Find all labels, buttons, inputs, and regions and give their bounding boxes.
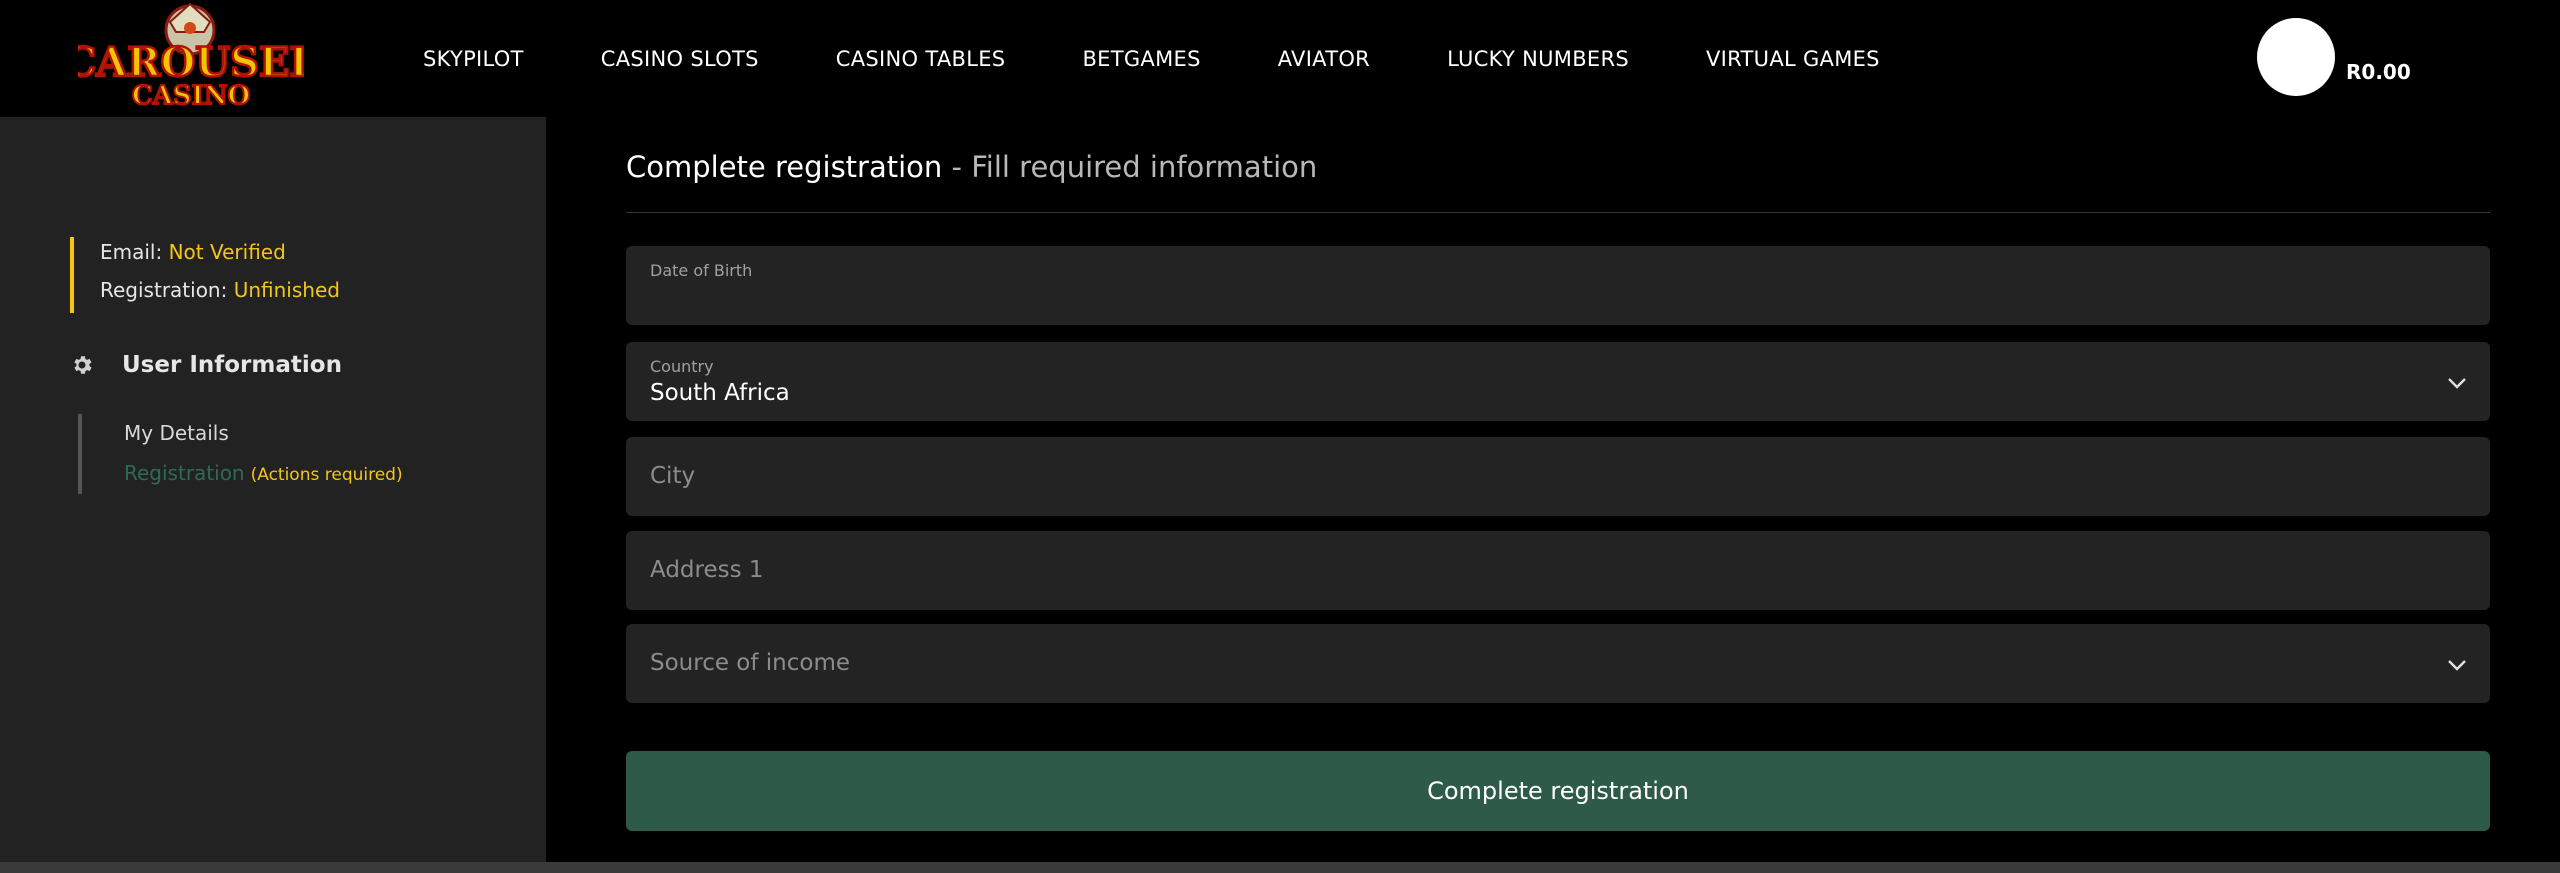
logo-text-casino: CASINO <box>132 81 250 111</box>
address1-placeholder: Address 1 <box>650 557 764 583</box>
logo-text-carousel: CAROUSEL <box>78 39 304 86</box>
sidebar-item-registration-label: Registration <box>124 461 245 485</box>
source-of-income-select[interactable]: Source of income <box>626 624 2490 703</box>
email-status-line: Email: Not Verified <box>100 237 340 275</box>
address1-input[interactable]: Address 1 <box>626 531 2490 610</box>
date-of-birth-field[interactable]: Date of Birth <box>626 246 2490 325</box>
page-title-subtitle: - Fill required information <box>942 150 1318 184</box>
country-value: South Africa <box>650 380 790 406</box>
registration-status-line: Registration: Unfinished <box>100 275 340 313</box>
carousel-casino-logo[interactable]: CAROUSEL CASINO <box>78 2 304 112</box>
chevron-down-icon <box>2448 378 2466 389</box>
registration-label: Registration: <box>100 278 234 302</box>
balance-amount[interactable]: R0.00 <box>2346 60 2411 84</box>
nav-casino-tables[interactable]: CASINO TABLES <box>836 47 1006 71</box>
city-input[interactable]: City <box>626 437 2490 516</box>
user-information-header[interactable]: User Information <box>70 352 342 378</box>
bottom-scrollbar[interactable] <box>0 862 2560 873</box>
source-of-income-placeholder: Source of income <box>650 650 851 676</box>
main-nav: SKYPILOT CASINO SLOTS CASINO TABLES BETG… <box>423 0 1957 117</box>
sidebar <box>0 117 546 873</box>
page-title: Complete registration - Fill required in… <box>626 150 1317 184</box>
page-title-main: Complete registration <box>626 150 943 184</box>
nav-skypilot[interactable]: SKYPILOT <box>423 47 524 71</box>
top-bar: CAROUSEL CASINO SKYPILOT CASINO SLOTS CA… <box>0 0 2560 117</box>
country-label: Country <box>650 357 714 376</box>
account-status: Email: Not Verified Registration: Unfini… <box>70 237 340 313</box>
nav-casino-slots[interactable]: CASINO SLOTS <box>601 47 759 71</box>
email-status: Not Verified <box>168 240 286 264</box>
country-select[interactable]: Country South Africa <box>626 342 2490 421</box>
complete-registration-button[interactable]: Complete registration <box>626 751 2490 831</box>
nav-lucky-numbers[interactable]: LUCKY NUMBERS <box>1447 47 1629 71</box>
chevron-down-icon <box>2448 660 2466 671</box>
city-placeholder: City <box>650 463 696 489</box>
registration-status: Unfinished <box>233 278 340 302</box>
nav-aviator[interactable]: AVIATOR <box>1278 47 1370 71</box>
nav-virtual-games[interactable]: VIRTUAL GAMES <box>1706 47 1880 71</box>
user-info-subnav: My Details Registration (Actions required… <box>78 414 403 494</box>
sidebar-item-my-details[interactable]: My Details <box>124 414 403 454</box>
actions-required-note: (Actions required) <box>250 465 403 485</box>
sidebar-item-registration[interactable]: Registration (Actions required) <box>124 454 403 494</box>
title-divider <box>626 212 2490 213</box>
avatar[interactable] <box>2257 18 2335 96</box>
gear-icon <box>74 356 92 374</box>
email-label: Email: <box>100 240 169 264</box>
nav-betgames[interactable]: BETGAMES <box>1082 47 1200 71</box>
date-of-birth-label: Date of Birth <box>650 261 753 280</box>
user-information-title: User Information <box>122 352 342 378</box>
